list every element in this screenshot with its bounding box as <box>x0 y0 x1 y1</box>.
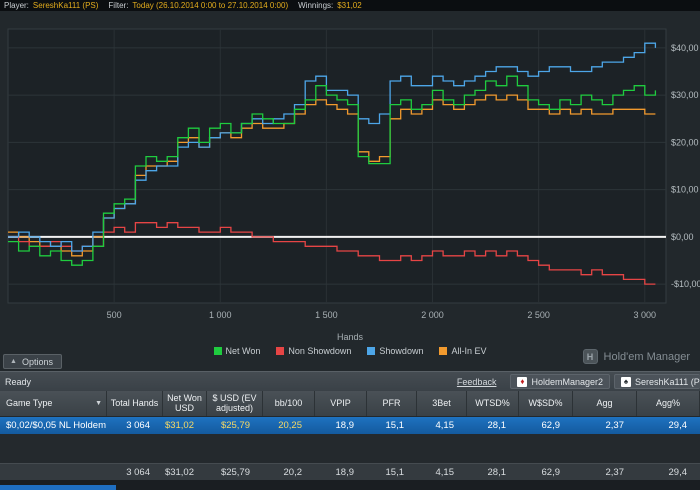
legend-item-net-won: Net Won <box>213 346 261 356</box>
brand-text: Hold'em Manager <box>603 350 690 363</box>
winnings-chart: 500 1 000 1 500 2 000 2 500 3 000 $40,00 $30,00… <box>7 28 700 320</box>
summary-row: 3 064 $31,02 $25,79 20,2 18,9 15,1 4,15 … <box>0 463 700 480</box>
summary-agg: 2,37 <box>605 466 625 478</box>
cell-bb100: 20,25 <box>278 420 302 431</box>
column-header-3bet[interactable]: 3Bet <box>417 391 467 416</box>
column-header-agg[interactable]: Agg <box>573 391 637 416</box>
column-header-wsd[interactable]: W$SD% <box>519 391 573 416</box>
hm2-app-icon: ♦ <box>517 376 528 387</box>
holdem-manager-logo-icon: H <box>582 349 598 364</box>
legend-label: Showdown <box>379 346 424 356</box>
options-label: Options <box>21 356 53 367</box>
table-header-row: Game Type ▼ Total Hands Net Won USD $ US… <box>0 391 700 417</box>
stats-table: Game Type ▼ Total Hands Net Won USD $ US… <box>0 391 700 490</box>
x-tick-label: 500 <box>107 310 122 320</box>
x-tick-label: 2 500 <box>527 310 550 320</box>
cell-3bet: 4,15 <box>435 420 455 431</box>
summary-agg-pct: 29,4 <box>668 466 688 478</box>
summary-bb100: 20,2 <box>283 466 303 478</box>
legend-swatch <box>276 347 285 355</box>
bottom-partial-row <box>0 480 700 490</box>
cell-vpip: 18,9 <box>335 420 355 431</box>
filter-summary-bar: Player: SereshKa111 (PS) Filter: Today (… <box>0 0 700 11</box>
legend-swatch <box>439 347 448 355</box>
feedback-link[interactable]: Feedback <box>457 377 497 387</box>
column-header-wtsd[interactable]: WTSD% <box>467 391 519 416</box>
filter-label: Filter: <box>108 1 129 10</box>
summary-pfr: 15,1 <box>385 466 405 478</box>
filter-value: Today (26.10.2014 0:00 to 27.10.2014 0:0… <box>132 1 289 10</box>
winnings-value: $31,02 <box>337 1 362 10</box>
y-tick-label: $30,00 <box>671 90 699 100</box>
summary-wtsd: 28,1 <box>487 466 507 478</box>
summary-net-won-usd: $31,02 <box>164 466 194 478</box>
legend-item-showdown: Showdown <box>367 346 423 356</box>
summary-3bet: 4,15 <box>435 466 455 478</box>
holdem-manager-brand: H Hold'em Manager <box>582 349 690 364</box>
legend-label: Non Showdown <box>288 346 352 356</box>
y-tick-label: $20,00 <box>671 137 699 147</box>
column-header-label: Game Type <box>6 397 53 408</box>
summary-vpip: 18,9 <box>335 466 355 478</box>
plot-area <box>7 28 667 304</box>
cell-net-won-usd: $31,02 <box>164 420 194 431</box>
options-button[interactable]: ▲ Options <box>3 354 62 369</box>
x-tick-label: 3 000 <box>634 310 657 320</box>
table-empty-area <box>0 434 700 463</box>
legend-label: Net Won <box>225 346 261 356</box>
status-text: Ready <box>5 376 32 387</box>
legend-item-all-in-ev: All-In EV <box>439 346 486 356</box>
taskbar-tab-player-report[interactable]: ♠ SereshKa111 (P <box>614 374 700 389</box>
cell-wsd: 62,9 <box>541 420 561 431</box>
y-tick-label: -$10,00 <box>671 279 700 289</box>
column-header-bb100[interactable]: bb/100 <box>263 391 315 416</box>
cell-game-type: $0,02/$0,05 NL Holdem <box>6 420 106 431</box>
summary-wsd: 62,9 <box>541 466 561 478</box>
y-tick-label: $40,00 <box>671 43 699 53</box>
winnings-label: Winnings: <box>298 1 334 10</box>
legend-label: All-In EV <box>451 346 487 356</box>
legend-item-non-showdown: Non Showdown <box>276 346 351 356</box>
tab-label: HoldemManager2 <box>531 376 603 387</box>
summary-usd-ev-adjusted: $25,79 <box>220 466 250 478</box>
column-header-pfr[interactable]: PFR <box>367 391 417 416</box>
cell-pfr: 15,1 <box>385 420 405 431</box>
x-tick-label: 2 000 <box>421 310 444 320</box>
collapse-arrow-icon: ▲ <box>10 358 17 365</box>
cell-agg-pct: 29,4 <box>668 420 688 431</box>
cell-total-hands: 3 064 <box>126 420 150 431</box>
table-row-selected[interactable]: $0,02/$0,05 NL Holdem 3 064 $31,02 $25,7… <box>0 417 700 434</box>
taskbar-tab-hm2[interactable]: ♦ HoldemManager2 <box>510 374 610 389</box>
holdem-manager-window: Player: SereshKa111 (PS) Filter: Today (… <box>0 0 700 490</box>
column-header-net-won-usd[interactable]: Net Won USD <box>163 391 207 416</box>
column-header-agg-pct[interactable]: Agg% <box>637 391 700 416</box>
y-tick-label: $0,00 <box>671 232 694 242</box>
column-header-game-type[interactable]: Game Type ▼ <box>0 391 107 416</box>
column-header-usd-ev-adjusted[interactable]: $ USD (EV adjusted) <box>207 391 263 416</box>
summary-total-hands: 3 064 <box>126 466 150 478</box>
legend-swatch <box>367 347 376 355</box>
dropdown-arrow-icon: ▼ <box>95 400 102 407</box>
partial-selected-row <box>0 485 116 490</box>
status-bar: Ready Feedback ♦ HoldemManager2 ♠ Seresh… <box>0 371 700 391</box>
x-tick-label: 1 500 <box>315 310 338 320</box>
column-header-total-hands[interactable]: Total Hands <box>107 391 163 416</box>
cell-agg: 2,37 <box>605 420 625 431</box>
tab-label: SereshKa111 (P <box>635 376 700 387</box>
y-tick-label: $10,00 <box>671 185 699 195</box>
column-header-vpip[interactable]: VPIP <box>315 391 367 416</box>
x-tick-label: 1 000 <box>209 310 232 320</box>
x-axis-title: Hands <box>336 332 363 342</box>
player-value: SereshKa111 (PS) <box>32 1 99 10</box>
cell-usd-ev-adjusted: $25,79 <box>220 420 250 431</box>
player-report-icon: ♠ <box>621 376 631 387</box>
results-graph-panel: 500 1 000 1 500 2 000 2 500 3 000 $40,00 $30,00… <box>0 11 700 371</box>
cell-wtsd: 28,1 <box>487 420 507 431</box>
player-label: Player: <box>4 1 29 10</box>
legend-swatch <box>213 347 222 355</box>
